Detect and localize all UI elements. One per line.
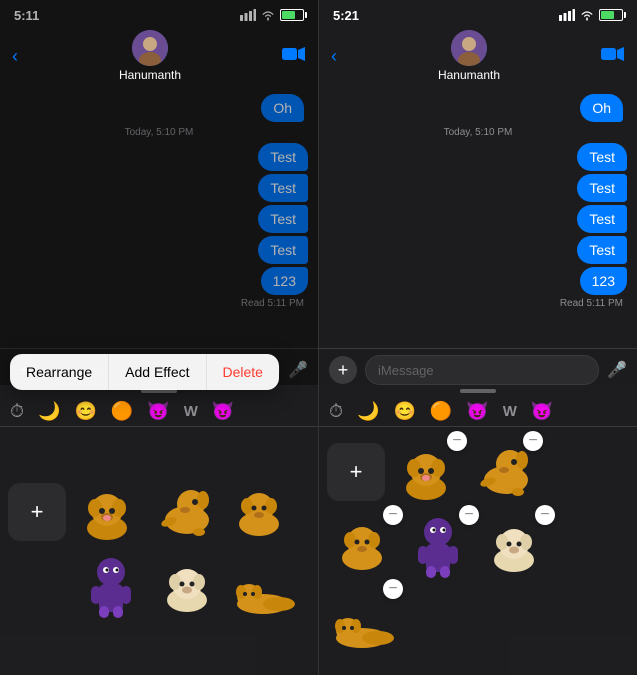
msg-test2-right: Test [577, 174, 627, 202]
sticker-white-dog-right[interactable]: − [479, 511, 549, 581]
msg-test4-right: Test [577, 236, 627, 264]
add-effect-btn[interactable]: Add Effect [109, 354, 206, 390]
sticker-dog2-right[interactable]: − [467, 437, 537, 507]
back-button-left[interactable]: ‹ [12, 46, 18, 67]
msg-123-left: 123 [261, 267, 308, 295]
minus-badge-1[interactable]: − [447, 431, 467, 451]
status-bar-right: 5:21 [319, 0, 637, 26]
msg-oh-left: Oh [261, 94, 304, 122]
sticker-dog2-left[interactable] [148, 477, 218, 547]
tab-w-right[interactable]: W [503, 403, 517, 420]
video-button-left[interactable] [282, 46, 306, 67]
msg-test1-right: Test [577, 143, 627, 171]
sticker-add-right[interactable]: + [327, 443, 385, 501]
sticker-dog1-left[interactable] [72, 477, 142, 547]
battery-icon-right [599, 9, 623, 21]
messages-area-left: Oh Today, 5:10 PM Test Test Test Test 12… [0, 88, 318, 348]
timestamp-left: Today, 5:10 PM [10, 127, 308, 138]
sticker-lying-dog-left[interactable] [228, 551, 298, 621]
sticker-row2-left [0, 551, 318, 625]
contact-name-left: Hanumanth [119, 68, 181, 82]
sticker-tabs-left: ⏱ 🌙 😊 🟠 😈 W 😈 [0, 395, 318, 427]
tab-w-left[interactable]: W [184, 403, 198, 420]
tab-recent-left[interactable]: ⏱ [10, 401, 24, 422]
minus-badge-5[interactable]: − [535, 505, 555, 525]
time-right: 5:21 [333, 8, 359, 23]
wifi-icon-right [579, 9, 595, 21]
battery-icon-left [280, 9, 304, 21]
msg-test4-left: Test [258, 236, 308, 264]
read-receipt-right: Read 5:11 PM [329, 298, 627, 309]
sticker-purple-left[interactable] [76, 551, 146, 621]
signal-icon-left [240, 9, 256, 21]
input-placeholder-right: iMessage [378, 363, 434, 378]
contact-name-right: Hanumanth [438, 68, 500, 82]
chat-header-left: ‹ Hanumanth [0, 26, 318, 88]
plus-button-right[interactable]: + [329, 356, 357, 384]
back-button-right[interactable]: ‹ [331, 46, 337, 67]
contact-center-left[interactable]: Hanumanth [119, 30, 181, 82]
minus-badge-4[interactable]: − [459, 505, 479, 525]
tab-orange-right[interactable]: 🟠 [430, 401, 452, 422]
mic-button-left[interactable]: 🎤 [288, 360, 308, 380]
right-panel: 5:21 ‹ [319, 0, 637, 675]
tab-devil-left[interactable]: 😈 [147, 401, 169, 422]
signal-icon-right [559, 9, 575, 21]
status-icons-left [240, 9, 304, 21]
delete-btn[interactable]: Delete [207, 354, 279, 390]
sticker-row3-right: − [319, 585, 637, 659]
sticker-row1-right: + − − [319, 427, 637, 511]
mic-button-right[interactable]: 🎤 [607, 360, 627, 380]
tab-moon-left[interactable]: 🌙 [38, 401, 60, 422]
msg-test3-right: Test [577, 205, 627, 233]
tab-emoji-right[interactable]: 😊 [393, 401, 415, 422]
msg-test2-left: Test [258, 174, 308, 202]
time-left: 5:11 [14, 8, 39, 23]
sticker-row2-right: − − [319, 511, 637, 585]
sticker-panel-right: ⏱ 🌙 😊 🟠 😈 W 😈 + − [319, 385, 637, 675]
tab-moon-right[interactable]: 🌙 [357, 401, 379, 422]
msg-123-right: 123 [580, 267, 627, 295]
minus-badge-6[interactable]: − [383, 579, 403, 599]
tab-recent-right[interactable]: ⏱ [329, 401, 343, 422]
tab-emoji-left[interactable]: 😊 [74, 401, 96, 422]
avatar-left [132, 30, 168, 66]
left-panel: 5:11 ‹ [0, 0, 318, 675]
sticker-lying-dog-right[interactable]: − [327, 585, 397, 655]
read-receipt-left: Read 5:11 PM [10, 298, 308, 309]
sticker-tabs-right: ⏱ 🌙 😊 🟠 😈 W 😈 [319, 395, 637, 427]
sticker-add-left[interactable]: + [8, 483, 66, 541]
status-icons-right [559, 9, 623, 21]
imessage-input-right[interactable]: iMessage [365, 355, 599, 385]
drag-handle-right[interactable] [460, 389, 496, 393]
sticker-dog1-right[interactable]: − [391, 437, 461, 507]
sticker-dog3-left[interactable] [224, 477, 294, 547]
chat-header-right: ‹ Hanumanth [319, 26, 637, 88]
tab-devil-right[interactable]: 😈 [466, 401, 488, 422]
status-bar-left: 5:11 [0, 0, 318, 26]
contact-center-right[interactable]: Hanumanth [438, 30, 500, 82]
tab-orange-left[interactable]: 🟠 [111, 401, 133, 422]
sticker-row1-left: + [0, 427, 318, 551]
minus-badge-3[interactable]: − [383, 505, 403, 525]
avatar-right [451, 30, 487, 66]
wifi-icon-left [260, 9, 276, 21]
tab-devil2-left[interactable]: 😈 [212, 401, 234, 422]
timestamp-right: Today, 5:10 PM [329, 127, 627, 138]
sticker-purple-right[interactable]: − [403, 511, 473, 581]
messages-area-right: Oh Today, 5:10 PM Test Test Test Test 12… [319, 88, 637, 348]
msg-oh-right: Oh [580, 94, 623, 122]
sticker-white-dog-left[interactable] [152, 551, 222, 621]
msg-test1-left: Test [258, 143, 308, 171]
msg-test3-left: Test [258, 205, 308, 233]
sticker-panel-left: ⏱ 🌙 😊 🟠 😈 W 😈 Rearrange Add Effect Delet… [0, 385, 318, 675]
context-menu-left: Rearrange Add Effect Delete [10, 354, 279, 390]
rearrange-btn[interactable]: Rearrange [10, 354, 109, 390]
tab-devil2-right[interactable]: 😈 [531, 401, 553, 422]
sticker-dog3-right[interactable]: − [327, 511, 397, 581]
video-button-right[interactable] [601, 46, 625, 67]
minus-badge-2[interactable]: − [523, 431, 543, 451]
